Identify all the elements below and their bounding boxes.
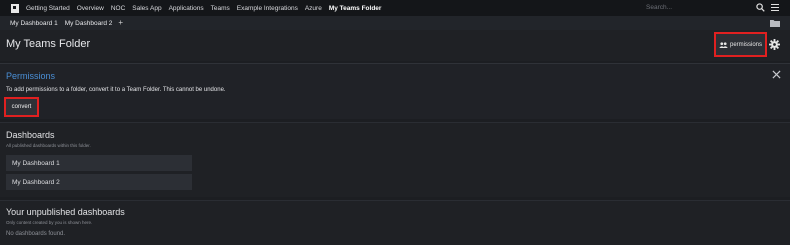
permissions-label: permissions [729,41,762,48]
dashboards-title: Dashboards [6,130,55,140]
folder-icon[interactable] [770,19,780,27]
empty-state-text: No dashboards found. [6,231,66,237]
dashboards-section: Dashboards All published dashboards with… [0,122,790,197]
tab-my-dashboard-1[interactable]: My Dashboard 1 [10,20,58,27]
nav-item-example-integrations[interactable]: Example Integrations [237,5,298,12]
dashboard-link-my-dashboard-1[interactable]: My Dashboard 1 [6,155,192,171]
dashboard-link-my-dashboard-2[interactable]: My Dashboard 2 [6,174,192,190]
nav-item-my-teams-folder[interactable]: My Teams Folder [329,5,382,12]
convert-button[interactable]: convert [4,97,39,117]
add-tab-button[interactable]: + [118,19,123,27]
permissions-button[interactable]: permissions [714,32,767,57]
gear-icon[interactable] [769,39,780,50]
tab-my-dashboard-2[interactable]: My Dashboard 2 [65,20,113,27]
close-icon[interactable] [772,70,781,79]
top-nav: Getting Started Overview NOC Sales App A… [0,0,790,16]
nav-item-azure[interactable]: Azure [305,5,322,12]
search-input[interactable] [646,3,746,13]
search-icon[interactable] [756,3,765,12]
users-icon [719,41,728,48]
nav-item-noc[interactable]: NOC [111,5,125,12]
nav-item-teams[interactable]: Teams [211,5,230,12]
menu-icon[interactable] [771,4,779,12]
nav-item-overview[interactable]: Overview [77,5,104,12]
nav-item-getting-started[interactable]: Getting Started [26,5,70,12]
nav-item-sales-app[interactable]: Sales App [132,5,161,12]
unpublished-dashboards-section: Your unpublished dashboards Only content… [0,200,790,245]
permissions-title: Permissions [6,71,56,81]
dashboards-subtitle: All published dashboards within this fol… [6,143,91,148]
page-title: My Teams Folder [6,38,91,50]
page-header: My Teams Folder [0,30,790,61]
unpublished-subtitle: Only content created by you is shown her… [6,220,93,225]
app-logo-icon[interactable] [11,3,19,13]
unpublished-title: Your unpublished dashboards [6,207,125,217]
permissions-panel: Permissions To add permissions to a fold… [0,63,790,119]
permissions-description: To add permissions to a folder, convert … [6,87,226,93]
nav-item-applications[interactable]: Applications [169,5,204,12]
dashboard-tab-bar: My Dashboard 1 My Dashboard 2 + [0,16,790,30]
